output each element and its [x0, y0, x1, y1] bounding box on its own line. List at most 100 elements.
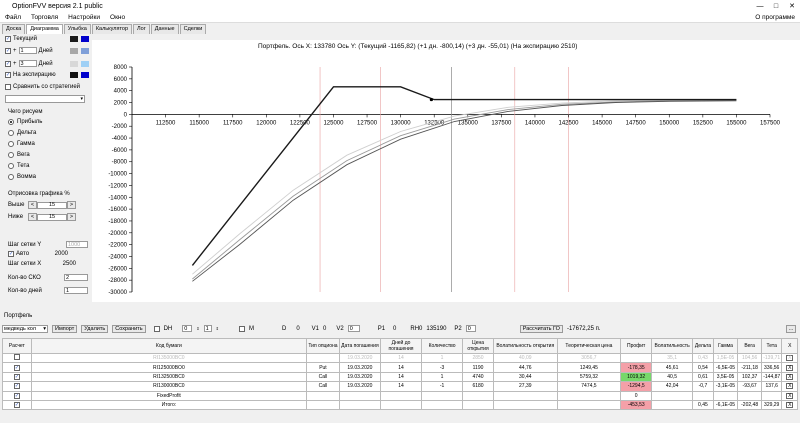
column-header[interactable]: Количество [421, 338, 464, 354]
column-header[interactable]: Дельта [692, 338, 714, 354]
maximize-button[interactable]: □ [768, 0, 784, 12]
column-header[interactable]: Дата погашения [338, 338, 381, 354]
dh-input2[interactable]: 1 [203, 325, 212, 332]
gridX-value[interactable]: 2500 [63, 261, 76, 267]
curve-plus3-color2[interactable] [81, 60, 89, 67]
auto-checkbox[interactable]: ✓ [8, 251, 14, 257]
remove-row-button[interactable]: X [786, 364, 794, 371]
curve-expiration-color2[interactable] [81, 72, 89, 78]
gridY-input[interactable]: 1000 [66, 241, 88, 248]
remove-row-button[interactable]: X [786, 392, 794, 399]
calc-checkbox[interactable]: ✓ [13, 402, 20, 409]
curve-plus1-input[interactable]: 1 [18, 47, 37, 54]
above-input[interactable]: 15 [37, 201, 67, 209]
radio-vomma[interactable]: Вомма [8, 174, 36, 180]
portfolio-select[interactable]: медведь кол ▾ [2, 324, 48, 333]
save-button[interactable]: Сохранить [112, 324, 146, 333]
tab-diagram[interactable]: Диаграмма [26, 24, 63, 34]
tab-log[interactable]: Лог [133, 24, 150, 34]
menu-about[interactable]: О программе [750, 14, 800, 21]
curve-plus1-color1[interactable] [70, 47, 78, 54]
tab-deals[interactable]: Сделки [179, 24, 207, 34]
payoff-chart[interactable]: 8000 6000 4000 2000 0 -2000 -4000 -6000 -8000 -10… [92, 40, 800, 302]
column-header[interactable]: Расчет [2, 338, 32, 354]
table-row[interactable]: RI135000BC0 19.03.2020 14 1 2850 40,09 3056,7 3… [2, 352, 798, 364]
calc-checkbox[interactable]: ✓ [13, 383, 20, 390]
radio-theta[interactable]: Тета [8, 163, 29, 169]
remove-row-button[interactable]: X [786, 355, 794, 362]
column-header[interactable]: Гамма [712, 338, 739, 354]
tab-smile[interactable]: Улыбка [63, 24, 91, 34]
menu-file[interactable]: Файл [0, 14, 26, 21]
p2-input[interactable]: 0 [465, 325, 476, 332]
more-button[interactable]: ... [786, 324, 796, 333]
strategy-select[interactable]: ▾ [5, 95, 85, 103]
column-header[interactable]: Теоретическая цена [556, 338, 622, 354]
radio-vega[interactable]: Вега [8, 152, 30, 158]
table-row[interactable]: ✓ RI132500BC0 Call 19.03.2020 14 1 4740 30,44 57… [2, 371, 798, 383]
tab-board[interactable]: Доска [2, 24, 26, 34]
column-header[interactable]: Тета [760, 338, 783, 354]
radio-profit[interactable]: Прибыль [8, 119, 42, 125]
spin-icon[interactable]: ⇕ [196, 326, 199, 331]
below-increment-button[interactable]: > [67, 213, 76, 221]
minimize-button[interactable]: — [752, 0, 768, 12]
curve-plus3-input[interactable]: 3 [18, 60, 37, 67]
column-header[interactable]: Волатильность [651, 338, 694, 354]
compare-checkbox[interactable] [5, 84, 11, 90]
table-row[interactable]: ✓ RI130000BC0 Call 19.03.2020 14 -1 6180 27,39 7… [2, 381, 798, 392]
calc-checkbox[interactable] [13, 354, 20, 361]
radio-delta[interactable]: Дельта [8, 130, 36, 136]
column-header[interactable]: Профит [620, 338, 653, 354]
table-row[interactable]: ✓ FixedProfit 0 X [2, 390, 798, 401]
curve-current-color1[interactable] [70, 36, 78, 42]
curve-plus1-color2[interactable] [81, 47, 89, 54]
table-cell: 27,39 [492, 381, 558, 392]
calc-checkbox[interactable]: ✓ [13, 364, 20, 371]
radio-gamma[interactable]: Гамма [8, 141, 35, 147]
sko-input[interactable]: 2 [64, 274, 88, 281]
delete-button[interactable]: Удалить [81, 324, 109, 333]
dh-checkbox[interactable] [153, 325, 160, 332]
above-decrement-button[interactable]: < [28, 201, 37, 209]
import-button[interactable]: Импорт [52, 324, 78, 333]
chart-area[interactable]: 8000 6000 4000 2000 0 -2000 -4000 -6000 -8000 -10… [92, 40, 800, 302]
below-decrement-button[interactable]: < [28, 213, 37, 221]
curve-plus1-checkbox[interactable]: ✓ [5, 47, 11, 54]
column-header[interactable]: Волатильность открытия [492, 338, 558, 354]
spin-icon[interactable]: ⇕ [216, 326, 219, 331]
curve-plus3-color1[interactable] [70, 60, 78, 67]
curve-expiration-checkbox[interactable]: ✓ [5, 72, 11, 78]
column-header[interactable]: Код бумаги [30, 338, 308, 354]
remove-row-button[interactable]: X [786, 402, 794, 409]
m-checkbox[interactable] [238, 325, 245, 332]
menu-trade[interactable]: Торговля [26, 14, 63, 21]
table-row[interactable]: ✓ Итого: -453,53 0,45 -6,1E-05 -202,48 329,29 X [2, 399, 798, 411]
dh-input1[interactable]: 0 [182, 325, 193, 332]
days-input[interactable]: 1 [64, 287, 88, 294]
column-header[interactable]: Цена открытия [462, 338, 494, 354]
tab-calculator[interactable]: Калькулятор [91, 24, 133, 34]
curve-expiration-color1[interactable] [70, 72, 78, 78]
v2-input[interactable]: 0 [347, 325, 360, 332]
p1-label: P1 [377, 325, 386, 332]
column-header[interactable]: Тип опциона [306, 338, 340, 354]
column-header[interactable]: Дней до погашения [379, 338, 423, 354]
remove-row-button[interactable]: X [786, 383, 794, 390]
menu-settings[interactable]: Настройки [63, 14, 105, 21]
calc-checkbox[interactable]: ✓ [13, 392, 20, 399]
column-header[interactable]: X [781, 338, 798, 354]
below-input[interactable]: 15 [37, 213, 67, 221]
column-header[interactable]: Вега [737, 338, 762, 354]
curve-plus3-checkbox[interactable]: ✓ [5, 60, 11, 67]
curve-current-color2[interactable] [81, 36, 89, 42]
close-button[interactable]: ✕ [784, 0, 800, 12]
curve-current-checkbox[interactable]: ✓ [5, 36, 11, 42]
remove-row-button[interactable]: X [786, 373, 794, 380]
above-increment-button[interactable]: > [67, 201, 76, 209]
calc-checkbox[interactable]: ✓ [13, 373, 20, 380]
menu-window[interactable]: Окно [105, 14, 130, 21]
table-row[interactable]: ✓ RI125000BO0 Put 19.03.2020 14 -3 1190 44,76 12… [2, 362, 798, 373]
calculate-margin-button[interactable]: Рассчитать ГО [519, 324, 563, 333]
tab-data[interactable]: Данные [150, 24, 179, 34]
